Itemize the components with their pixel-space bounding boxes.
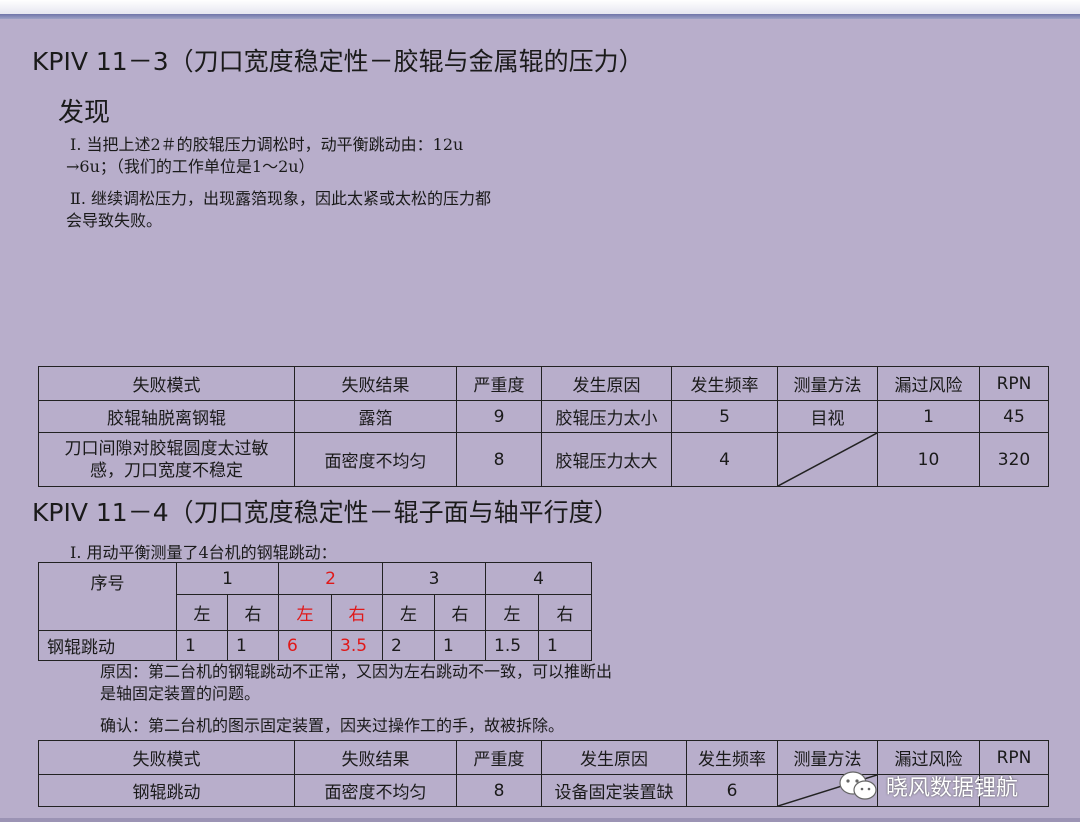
header-cause: 发生原因	[541, 366, 672, 401]
cell-severity: 9	[456, 400, 542, 433]
cell-failure-mode: 胶辊轴脱离钢辊	[38, 400, 295, 433]
runout-value-row: 钢辊跳动 1 1 6 3.5 2 1 1.5 1	[38, 630, 593, 661]
side-left: 左	[278, 594, 333, 631]
header-failure-mode: 失败模式	[38, 740, 295, 775]
finding-line-3: Ⅱ. 继续调松压力，出现露箔现象，因此太紧或太松的压力都	[70, 189, 492, 208]
top-accent-line	[0, 14, 1080, 19]
machine-2-header: 2	[278, 562, 384, 595]
runout-value: 1	[434, 630, 487, 661]
side-right: 右	[331, 594, 384, 631]
cell-severity: 8	[456, 432, 542, 487]
side-right: 右	[226, 594, 280, 631]
cell-occurrence: 5	[671, 400, 778, 433]
side-right: 右	[434, 594, 487, 631]
cell-rpn: 320	[979, 432, 1049, 487]
runout-table: 序号 1 2 3 4 左 右 左 右 左 右 左 右 钢辊跳动 1 1 6 3.…	[38, 562, 593, 661]
header-occurrence: 发生频率	[671, 366, 778, 401]
cell-failure-effect: 露箔	[294, 400, 457, 433]
runout-value: 3.5	[331, 630, 384, 661]
cell-escape-risk: 10	[877, 432, 980, 487]
runout-machine-row: 序号 1 2 3 4	[38, 562, 593, 631]
header-severity: 严重度	[456, 366, 542, 401]
cell-failure-mode: 钢辊跳动	[38, 774, 295, 807]
fmea-header-row: 失败模式 失败结果 严重度 发生原因 发生频率 测量方法 漏过风险 RPN	[38, 366, 1049, 401]
finding-line-1: Ⅰ. 当把上述2＃的胶辊压力调松时，动平衡跳动由：12u	[70, 135, 464, 154]
cell-cause: 设备固定装置缺	[541, 774, 687, 807]
header-failure-mode: 失败模式	[38, 366, 295, 401]
machine-1-header: 1	[175, 562, 280, 595]
header-serial-number: 序号	[38, 562, 177, 631]
runout-value: 1	[538, 630, 593, 661]
watermark-text: 晓风数据锂航	[886, 776, 1019, 801]
side-left: 左	[176, 594, 228, 631]
header-occurrence: 发生频率	[686, 740, 778, 775]
wechat-icon	[839, 771, 877, 800]
runout-value: 2	[382, 630, 436, 661]
header-failure-effect: 失败结果	[294, 366, 457, 401]
findings-heading: 发现	[58, 98, 111, 128]
header-severity: 严重度	[456, 740, 542, 775]
finding-line-2: →6u；（我们的工作单位是1～2u）	[66, 157, 315, 176]
section1-title: KPIV 11－3（刀口宽度稳定性－胶辊与金属辊的压力）	[32, 47, 644, 76]
finding-line-4: 会导致失败。	[66, 211, 163, 230]
cell-occurrence: 4	[671, 432, 778, 487]
runout-value: 1	[176, 630, 228, 661]
machine-3-header: 3	[382, 562, 487, 595]
header-rpn: RPN	[979, 366, 1049, 401]
row-label-runout: 钢辊跳动	[38, 630, 177, 661]
machine-4-header: 4	[485, 562, 593, 595]
header-detection-method: 测量方法	[777, 366, 878, 401]
header-failure-effect: 失败结果	[294, 740, 457, 775]
cell-escape-risk: 1	[877, 400, 980, 433]
cell-failure-mode: 刀口间隙对胶辊圆度太过敏感，刀口宽度不稳定	[38, 432, 295, 487]
runout-value: 1	[226, 630, 280, 661]
bottom-bar	[0, 822, 1080, 835]
header-escape-risk: 漏过风险	[877, 366, 980, 401]
cell-occurrence: 6	[686, 774, 778, 807]
cell-rpn: 45	[979, 400, 1049, 433]
confirm-line: 确认：第二台机的图示固定装置，因夹过操作工的手，故被拆除。	[100, 716, 565, 735]
cell-detection-method: 目视	[777, 400, 878, 433]
watermark: 晓风数据锂航	[838, 770, 1018, 802]
cell-detection-method-empty	[777, 432, 878, 487]
side-left: 左	[382, 594, 436, 631]
runout-value: 1.5	[485, 630, 540, 661]
top-bar	[0, 0, 1080, 14]
runout-value: 6	[278, 630, 333, 661]
cell-severity: 8	[456, 774, 542, 807]
side-right: 右	[538, 594, 593, 631]
cell-failure-effect: 面密度不均匀	[294, 432, 457, 487]
diagonal-slash	[778, 433, 877, 486]
cell-cause: 胶辊压力太大	[541, 432, 672, 487]
reason-line-2: 是轴固定装置的问题。	[100, 684, 261, 703]
cell-cause: 胶辊压力太小	[541, 400, 672, 433]
cell-failure-effect: 面密度不均匀	[294, 774, 457, 807]
reason-line-1: 原因：第二台机的钢辊跳动不正常，又因为左右跳动不一致，可以推断出	[100, 662, 613, 681]
table-row: 刀口间隙对胶辊圆度太过敏感，刀口宽度不稳定 面密度不均匀 8 胶辊压力太大 4 …	[38, 432, 1049, 487]
table-row: 胶辊轴脱离钢辊 露箔 9 胶辊压力太小 5 目视 1 45	[38, 400, 1049, 433]
section2-title: KPIV 11－4（刀口宽度稳定性－辊子面与轴平行度）	[32, 498, 619, 527]
header-cause: 发生原因	[541, 740, 687, 775]
side-left: 左	[485, 594, 540, 631]
fmea-table-1: 失败模式 失败结果 严重度 发生原因 发生频率 测量方法 漏过风险 RPN 胶辊…	[38, 366, 1049, 487]
